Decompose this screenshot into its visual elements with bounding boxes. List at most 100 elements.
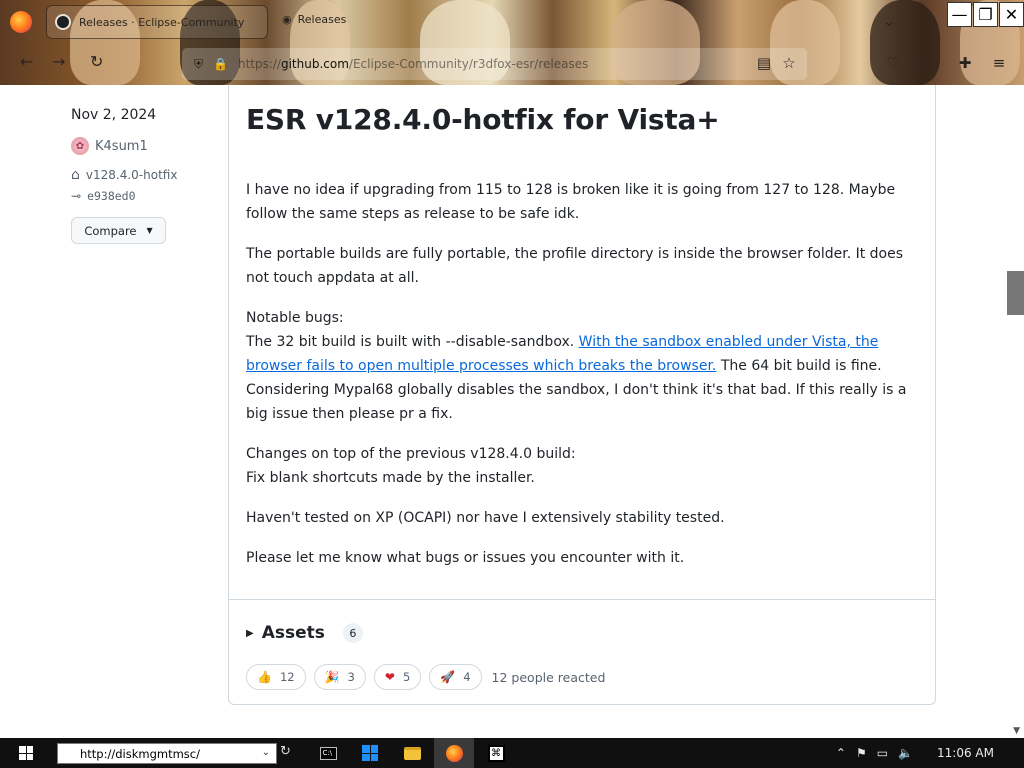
network-icon[interactable]: ▭	[877, 746, 888, 760]
reaction-count: 5	[402, 670, 411, 684]
taskbar-address-field[interactable]: http://diskmgmtmsc/ ⌄	[57, 743, 277, 764]
windows-icon	[362, 745, 378, 761]
chevron-up-icon[interactable]: ⌃	[836, 746, 846, 760]
back-icon[interactable]: ←	[20, 52, 33, 71]
forward-icon[interactable]: →	[52, 52, 65, 71]
url-host: github.com	[280, 57, 349, 71]
tab-title: Releases · Eclipse-Community	[79, 15, 245, 29]
scroll-down-icon[interactable]: ▼	[1013, 726, 1020, 736]
body-paragraph: Notable bugs: The 32 bit build is built …	[246, 306, 918, 426]
compare-label: Compare	[84, 223, 137, 238]
reactions-bar: 👍 12 🎉 3 ❤ 5 🚀 4 12 people reacted	[246, 664, 605, 690]
assets-label: Assets	[261, 623, 325, 643]
command-prompt-icon: C:\	[319, 746, 337, 760]
pocket-icon[interactable]: ♡	[884, 54, 902, 72]
taskbar-app-cmd[interactable]: C:\	[308, 738, 348, 768]
clock[interactable]: 11:06 AM	[937, 746, 994, 760]
reaction-count: 4	[463, 670, 471, 684]
page-content: Nov 2, 2024 ✿ K4sum1 ⌂ v128.4.0-hotfix ⊸…	[0, 85, 1024, 738]
taskbar-app-windows[interactable]	[350, 738, 390, 768]
navigation-toolbar: ← → ↻ ⛨ 🔒 https://github.com/Eclipse-Com…	[0, 44, 1024, 85]
app-icon: ⌘	[487, 744, 505, 762]
commit-icon: ⊸	[71, 189, 82, 203]
tab-list-icon[interactable]: ⌄	[880, 12, 898, 30]
flag-icon[interactable]: ⚑	[856, 746, 867, 760]
release-card: ESR v128.4.0-hotfix for Vista+ I have no…	[228, 85, 936, 705]
firefox-logo-icon[interactable]	[10, 11, 32, 33]
volume-icon[interactable]: 🔈	[898, 746, 913, 760]
reaction-hooray[interactable]: 🎉 3	[313, 664, 366, 690]
thumbs-up-icon: 👍	[257, 670, 272, 684]
github-icon: ◉	[282, 13, 292, 26]
firefox-icon	[445, 744, 463, 762]
body-text: The 32 bit build is built with --disable…	[246, 334, 579, 350]
chevron-down-icon[interactable]: ⌄	[262, 747, 270, 758]
extensions-icon[interactable]: ✚	[956, 54, 974, 72]
tab-releases[interactable]: Releases · Eclipse-Community	[46, 5, 268, 39]
page-scrollbar[interactable]: ▼	[1007, 85, 1024, 738]
reaction-heart[interactable]: ❤ 5	[373, 664, 422, 690]
folder-icon	[403, 746, 421, 760]
browser-chrome: Releases · Eclipse-Community ◉ Releases …	[0, 0, 1024, 85]
tag-name[interactable]: v128.4.0-hotfix	[86, 168, 178, 182]
reaction-count: 12	[279, 670, 295, 684]
maximize-button[interactable]: ❐	[973, 2, 998, 27]
url-prefix: https://	[237, 57, 281, 71]
taskbar: http://diskmgmtmsc/ ⌄ ↻ C:\ ⌘ ⌃ ⚑ ▭ 🔈 11…	[0, 738, 1024, 768]
reaction-count: 3	[347, 670, 355, 684]
tab-strip: Releases · Eclipse-Community ◉ Releases …	[0, 0, 1024, 44]
avatar[interactable]: ✿	[71, 137, 89, 155]
taskbar-app-firefox[interactable]	[434, 738, 474, 768]
start-button[interactable]	[0, 738, 52, 768]
change-item: Fix blank shortcuts made by the installe…	[246, 470, 535, 486]
notable-bugs-heading: Notable bugs:	[246, 310, 344, 326]
reaction-thumbs-up[interactable]: 👍 12	[246, 664, 306, 690]
body-paragraph: Please let me know what bugs or issues y…	[246, 550, 685, 566]
github-icon	[55, 14, 71, 30]
caret-down-icon: ▼	[146, 226, 153, 235]
url-path: /Eclipse-Community/r3dfox-esr/releases	[348, 57, 589, 71]
scrollbar-thumb[interactable]	[1007, 271, 1024, 315]
body-paragraph: I have no idea if upgrading from 115 to …	[246, 182, 896, 222]
body-paragraph: The portable builds are fully portable, …	[246, 246, 904, 286]
reaction-rocket[interactable]: 🚀 4	[429, 664, 482, 690]
windows-logo-icon	[19, 746, 33, 760]
commit-hash[interactable]: e938ed0	[87, 189, 135, 203]
refresh-icon[interactable]: ↻	[280, 744, 291, 759]
rocket-icon: 🚀	[440, 670, 456, 684]
release-date: Nov 2, 2024	[71, 107, 157, 123]
party-popper-icon: 🎉	[324, 670, 340, 684]
tab-releases-2[interactable]: ◉ Releases	[282, 13, 346, 26]
caret-right-icon: ▶	[246, 627, 254, 639]
url-bar[interactable]: ⛨ 🔒 https://github.com/Eclipse-Community…	[182, 48, 807, 80]
window-controls: — ❐ ✕	[946, 2, 1024, 27]
assets-count-badge: 6	[342, 623, 363, 643]
taskbar-app-misc[interactable]: ⌘	[476, 738, 516, 768]
release-body: I have no idea if upgrading from 115 to …	[246, 178, 918, 586]
assets-toggle[interactable]: ▶ Assets 6	[246, 623, 363, 643]
bookmark-star-icon[interactable]: ☆	[780, 54, 798, 72]
lock-icon[interactable]: 🔒	[213, 57, 228, 71]
taskbar-address-value: http://diskmgmtmsc/	[80, 746, 200, 761]
compare-button[interactable]: Compare ▼	[71, 217, 166, 244]
reload-icon[interactable]: ↻	[90, 52, 103, 71]
taskbar-app-explorer[interactable]	[392, 738, 432, 768]
changes-heading: Changes on top of the previous v128.4.0 …	[246, 446, 576, 462]
system-tray: ⌃ ⚑ ▭ 🔈 11:06 AM	[836, 738, 1024, 768]
author-name[interactable]: K4sum1	[95, 139, 148, 154]
release-tag[interactable]: ⌂ v128.4.0-hotfix	[71, 167, 177, 183]
release-author[interactable]: ✿ K4sum1	[71, 137, 148, 155]
body-paragraph: Haven't tested on XP (OCAPI) nor have I …	[246, 510, 725, 526]
body-paragraph: Changes on top of the previous v128.4.0 …	[246, 442, 918, 490]
shield-icon[interactable]: ⛨	[194, 57, 203, 72]
minimize-button[interactable]: —	[947, 2, 972, 27]
tab-title: Releases	[297, 13, 347, 26]
release-commit[interactable]: ⊸ e938ed0	[71, 189, 136, 203]
reader-view-icon[interactable]: ▤	[755, 54, 773, 72]
downloads-icon[interactable]: ⤓	[918, 54, 936, 72]
reactions-summary: 12 people reacted	[491, 669, 606, 685]
menu-icon[interactable]: ≡	[990, 54, 1008, 72]
tag-icon: ⌂	[71, 167, 80, 183]
release-title[interactable]: ESR v128.4.0-hotfix for Vista+	[246, 103, 720, 136]
close-button[interactable]: ✕	[999, 2, 1024, 27]
